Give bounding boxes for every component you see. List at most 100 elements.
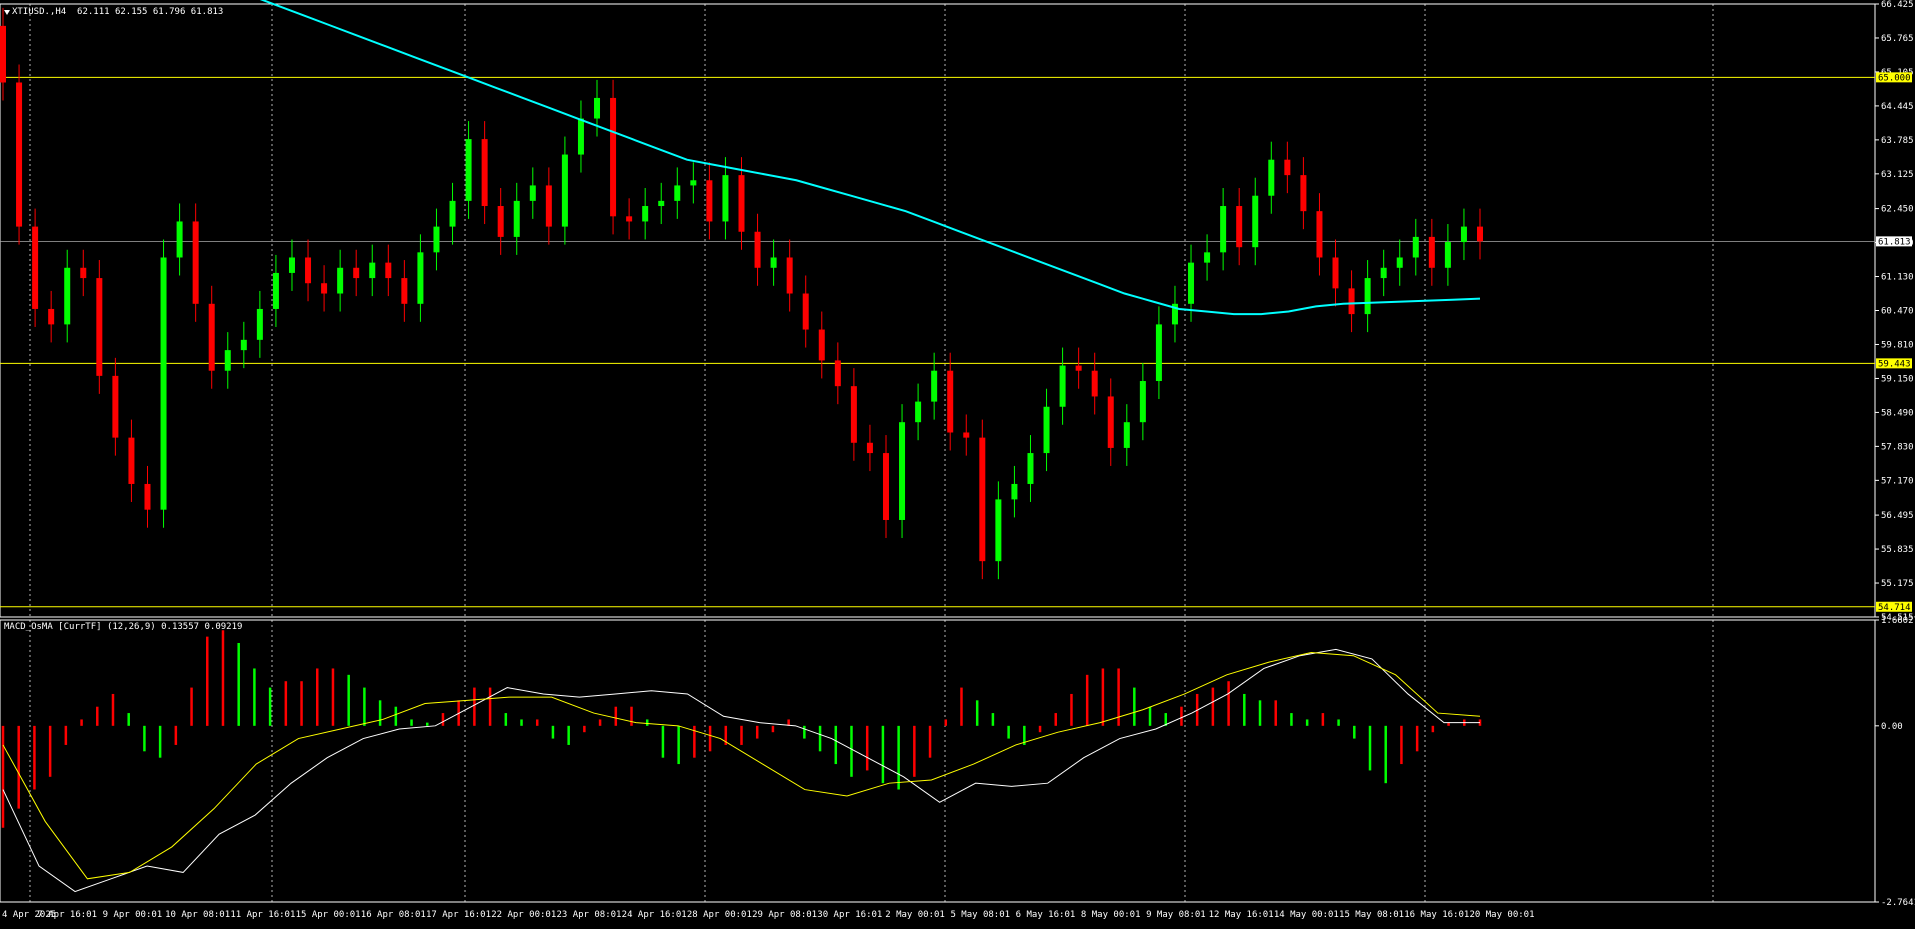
candle-body: [449, 200, 456, 227]
y-tick-label: 63.785: [1881, 136, 1914, 146]
candle-body: [1380, 267, 1387, 279]
candle-body: [882, 453, 889, 520]
x-tick-label: 7 Apr 16:01: [37, 910, 97, 920]
candle-body: [1428, 236, 1435, 268]
candle-body: [1139, 381, 1146, 423]
candle-body: [128, 437, 135, 484]
level-price-label: 54.714: [1878, 603, 1911, 613]
candle-body: [0, 25, 6, 83]
candle-body: [497, 206, 504, 237]
candle-body: [947, 370, 954, 433]
x-tick-label: 14 May 00:01: [1274, 910, 1339, 920]
indicator-tick-label: 1.66027: [1881, 616, 1915, 626]
x-tick-label: 15 Apr 00:01: [296, 910, 361, 920]
candle-body: [722, 175, 729, 222]
candle-body: [626, 216, 633, 222]
candle-body: [738, 175, 745, 232]
candle-body: [1188, 262, 1195, 304]
x-tick-label: 12 May 16:01: [1209, 910, 1274, 920]
candle-body: [305, 257, 312, 284]
candle-body: [674, 185, 681, 201]
candle-body: [513, 200, 520, 237]
x-tick-label: 9 Apr 00:01: [103, 910, 163, 920]
y-tick-label: 62.450: [1881, 205, 1914, 215]
candle-body: [818, 329, 825, 361]
y-tick-label: 57.830: [1881, 442, 1914, 452]
x-tick-label: 9 May 08:01: [1146, 910, 1206, 920]
candle-body: [1155, 324, 1162, 382]
candle-body: [1348, 288, 1355, 315]
candle-body: [321, 283, 328, 294]
y-tick-label: 55.175: [1881, 579, 1914, 589]
candle-body: [417, 252, 424, 304]
candle-body: [433, 226, 440, 253]
x-tick-label: 8 May 00:01: [1081, 910, 1141, 920]
y-tick-label: 66.425: [1881, 0, 1914, 10]
candle-body: [802, 293, 809, 330]
x-tick-label: 29 Apr 08:01: [752, 910, 817, 920]
y-tick-label: 58.490: [1881, 408, 1914, 418]
moving-average-line: [259, 0, 1481, 316]
price-panel-frame: [0, 3, 1876, 618]
candle-body: [1091, 370, 1098, 397]
candle-body: [208, 303, 215, 371]
candle-body: [1284, 159, 1291, 176]
candle-body: [995, 499, 1002, 562]
signal-line: [2, 652, 1481, 880]
candle-body: [770, 257, 777, 268]
candle-body: [353, 267, 360, 279]
y-tick-label: 63.125: [1881, 170, 1914, 180]
candle-body: [1220, 206, 1227, 253]
candle-body: [899, 422, 906, 520]
candle-body: [481, 139, 488, 207]
candle-body: [561, 154, 568, 227]
candle-body: [1477, 226, 1483, 242]
candle-body: [1300, 175, 1307, 212]
candle-body: [1107, 396, 1114, 448]
candle-body: [16, 82, 23, 227]
candle-body: [963, 432, 970, 438]
x-tick-label: 15 May 08:01: [1339, 910, 1404, 920]
x-tick-label: 22 Apr 00:01: [491, 910, 556, 920]
candle-body: [1364, 278, 1371, 315]
candle-body: [1316, 211, 1323, 258]
candle-body: [1059, 365, 1066, 407]
indicator-panel-frame: [0, 619, 1876, 903]
price-chart[interactable]: 66.42565.76565.10564.44563.78563.12562.4…: [0, 0, 1915, 929]
x-tick-label: 24 Apr 16:01: [622, 910, 687, 920]
candle-body: [1444, 242, 1451, 268]
candle-body: [577, 118, 584, 155]
bid-price-label: 61.813: [1878, 237, 1911, 247]
candle-body: [112, 375, 119, 438]
candle-body: [32, 226, 39, 309]
candle-body: [1236, 206, 1243, 248]
candle-body: [834, 360, 841, 387]
candle-body: [610, 97, 617, 217]
candle-body: [272, 272, 279, 309]
candle-body: [915, 401, 922, 423]
candle-body: [1460, 226, 1467, 243]
x-tick-label: 20 May 00:01: [1469, 910, 1534, 920]
y-tick-label: 59.810: [1881, 340, 1914, 350]
candle-body: [594, 97, 601, 119]
candle-body: [979, 437, 986, 562]
indicator-tick-label: 0.00: [1881, 722, 1903, 732]
candle-body: [690, 180, 697, 186]
candle-body: [1252, 195, 1259, 248]
candle-body: [706, 180, 713, 222]
x-tick-label: 6 May 16:01: [1016, 910, 1076, 920]
level-price-label: 65.000: [1878, 73, 1911, 83]
candle-body: [1075, 365, 1082, 371]
candle-body: [1011, 483, 1018, 500]
candle-body: [240, 339, 247, 351]
candle-body: [80, 267, 87, 279]
x-tick-label: 23 Apr 08:01: [556, 910, 621, 920]
candle-body: [465, 139, 472, 201]
candle-body: [1123, 422, 1130, 448]
level-price-label: 59.443: [1878, 359, 1911, 369]
candle-body: [369, 262, 376, 279]
x-tick-label: 10 Apr 08:01: [165, 910, 230, 920]
x-tick-label: 16 May 16:01: [1404, 910, 1469, 920]
x-tick-label: 2 May 00:01: [885, 910, 945, 920]
x-tick-label: 30 Apr 16:01: [817, 910, 882, 920]
